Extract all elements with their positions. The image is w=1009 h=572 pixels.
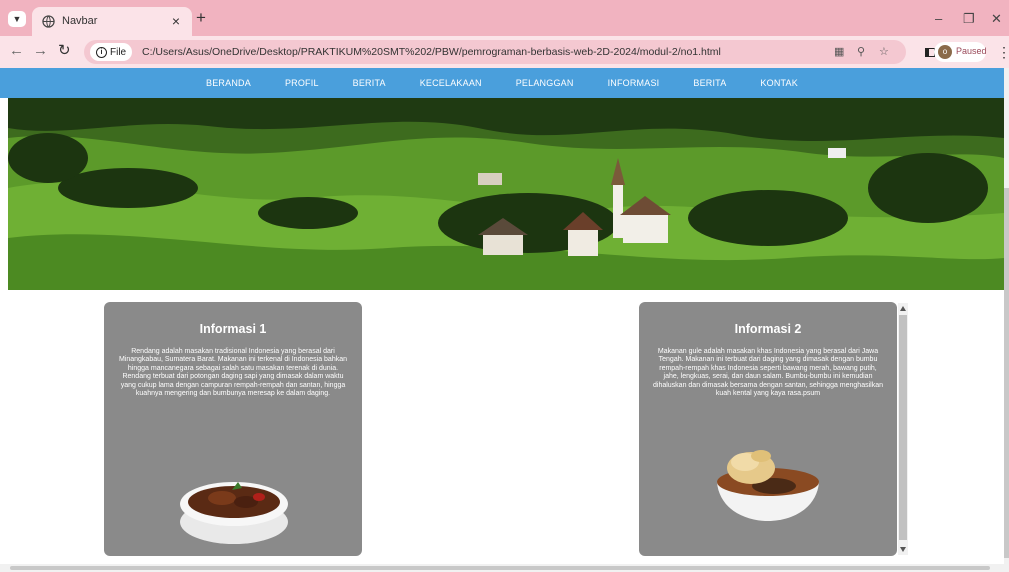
card-title: Informasi 2 bbox=[734, 322, 802, 336]
tab-close-icon[interactable]: × bbox=[172, 13, 180, 29]
browser-tab[interactable]: Navbar × bbox=[32, 7, 192, 36]
close-window-icon[interactable]: ✕ bbox=[991, 11, 1002, 27]
page-horizontal-scrollbar[interactable] bbox=[0, 564, 1009, 572]
address-bar[interactable]: i File C:/Users/Asus/OneDrive/Desktop/PR… bbox=[84, 40, 906, 64]
site-navbar: BERANDA PROFIL BERITA KECELAKAAN PELANGG… bbox=[0, 68, 1004, 98]
nav-item-profil[interactable]: PROFIL bbox=[268, 78, 336, 88]
gule-dish-image bbox=[717, 450, 819, 521]
card-text: Rendang adalah masakan tradisional Indon… bbox=[118, 348, 348, 398]
url-text[interactable]: C:/Users/Asus/OneDrive/Desktop/PRAKTIKUM… bbox=[142, 46, 721, 58]
minimize-icon[interactable]: – bbox=[935, 11, 942, 26]
nav-item-beranda[interactable]: BERANDA bbox=[189, 78, 268, 88]
site-chip-label: File bbox=[110, 46, 127, 58]
nav-item-kecelakaan[interactable]: KECELAKAAN bbox=[403, 78, 499, 88]
translate-icon[interactable]: ▦ bbox=[834, 45, 844, 58]
chevron-down-icon: ▼ bbox=[12, 14, 22, 24]
forward-arrow-icon[interactable]: → bbox=[33, 43, 48, 59]
nav-item-berita-2[interactable]: BERITA bbox=[676, 78, 743, 88]
avatar: o bbox=[938, 45, 952, 59]
scrollbar-thumb[interactable] bbox=[10, 566, 990, 570]
browser-tabstrip: ▼ Navbar × + – ❐ ✕ bbox=[0, 0, 1009, 36]
globe-icon bbox=[42, 15, 55, 28]
zoom-icon[interactable]: ⚲ bbox=[857, 45, 865, 58]
nav-item-pelanggan[interactable]: PELANGGAN bbox=[499, 78, 591, 88]
card-scrollbar[interactable] bbox=[898, 303, 908, 555]
rendang-dish-image bbox=[180, 482, 288, 544]
page-vertical-scrollbar[interactable] bbox=[1004, 68, 1009, 564]
bookmark-star-icon[interactable]: ☆ bbox=[879, 45, 889, 58]
hero-landscape-image bbox=[8, 98, 1004, 290]
info-card-2: Informasi 2 Makanan gule adalah masakan … bbox=[639, 302, 897, 556]
back-arrow-icon[interactable]: ← bbox=[9, 43, 24, 59]
nav-item-berita[interactable]: BERITA bbox=[336, 78, 403, 88]
site-info-chip[interactable]: i File bbox=[90, 43, 133, 61]
nav-item-informasi[interactable]: INFORMASI bbox=[591, 78, 677, 88]
scrollbar-thumb[interactable] bbox=[1004, 188, 1009, 558]
info-card-1: Informasi 1 Rendang adalah masakan tradi… bbox=[104, 302, 362, 556]
browser-toolbar: ← → ↻ i File C:/Users/Asus/OneDrive/Desk… bbox=[0, 36, 1009, 68]
page-viewport: BERANDA PROFIL BERITA KECELAKAAN PELANGG… bbox=[0, 68, 1009, 564]
profile-paused-button[interactable]: o Paused bbox=[934, 42, 987, 62]
reload-icon[interactable]: ↻ bbox=[58, 43, 71, 59]
restore-icon[interactable]: ❐ bbox=[963, 11, 975, 27]
card-text: Makanan gule adalah masakan khas Indones… bbox=[653, 348, 883, 398]
tab-search-button[interactable]: ▼ bbox=[8, 11, 26, 27]
profile-status: Paused bbox=[956, 46, 987, 56]
info-icon: i bbox=[96, 46, 107, 58]
card-title: Informasi 1 bbox=[199, 322, 267, 336]
nav-item-kontak[interactable]: KONTAK bbox=[743, 78, 815, 88]
tab-title: Navbar bbox=[62, 15, 98, 27]
new-tab-button[interactable]: + bbox=[196, 9, 206, 26]
menu-kebab-icon[interactable]: ⋮ bbox=[997, 44, 1009, 61]
